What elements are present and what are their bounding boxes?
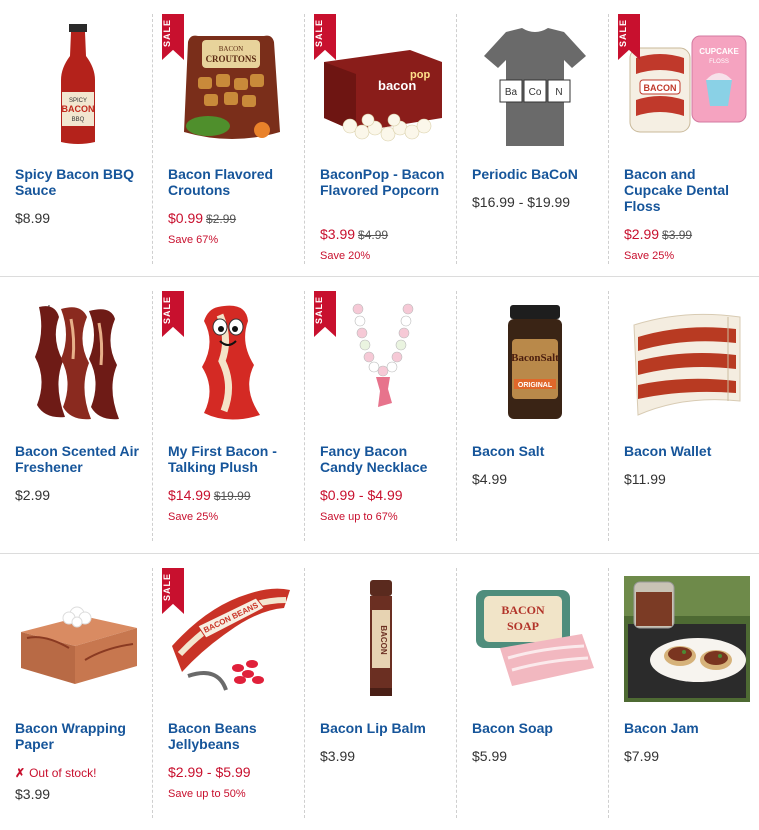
svg-text:pop: pop	[410, 69, 430, 81]
bacon-croutons-image[interactable]: BACON CROUTONS	[168, 22, 294, 148]
product-title-link[interactable]: Bacon Scented Air Freshener	[15, 443, 147, 475]
product-row: SPICY BACON BBQ Spicy Bacon BBQ Sauce $8…	[0, 0, 759, 277]
product-title-link[interactable]: Periodic BaCoN	[472, 166, 604, 182]
product-title-link[interactable]: Bacon and Cupcake Dental Floss	[624, 166, 756, 214]
product-price: $3.99 $4.99	[320, 226, 388, 242]
product-card: SALE BACON CROUTONS Bacon Flavored Crout…	[152, 14, 305, 264]
cross-icon: ✗	[15, 766, 26, 780]
product-price: $16.99 - $19.99	[472, 194, 571, 210]
product-price: $3.99	[320, 748, 356, 764]
svg-text:SOAP: SOAP	[507, 619, 539, 633]
bacon-salt-image[interactable]: BaconSalt ORIGINAL	[472, 299, 598, 425]
product-row: Bacon Wrapping Paper ✗ Out of stock! $3.9…	[0, 554, 759, 830]
product-title-link[interactable]: BaconPop - Bacon Flavored Popcorn	[320, 166, 452, 198]
svg-text:Ba: Ba	[505, 87, 518, 98]
product-card: BACON SOAP Bacon Soap $5.99	[456, 568, 609, 818]
savings-label: Save 25%	[168, 511, 219, 523]
sale-price: $14.99	[168, 487, 211, 503]
product-title-link[interactable]: Bacon Flavored Croutons	[168, 166, 300, 198]
svg-text:BACON: BACON	[62, 104, 95, 114]
product-price: $2.99	[15, 487, 51, 503]
original-price: $4.99	[358, 228, 389, 242]
product-title-link[interactable]: Fancy Bacon Candy Necklace	[320, 443, 452, 475]
svg-text:Co: Co	[529, 87, 542, 98]
product-title-link[interactable]: Bacon Wrapping Paper	[15, 720, 147, 752]
wrapping-paper-image[interactable]	[15, 576, 141, 702]
lip-balm-image[interactable]: BACON	[320, 576, 446, 702]
sale-price: $0.99	[168, 210, 204, 226]
candy-necklace-image[interactable]	[320, 299, 446, 425]
product-price: $2.99 $3.99	[624, 226, 692, 242]
product-price: $11.99	[624, 471, 666, 487]
savings-label: Save 25%	[624, 250, 675, 262]
sale-price: $2.99	[624, 226, 660, 242]
product-price: $4.99	[472, 471, 508, 487]
sale-price: $3.99	[320, 226, 356, 242]
product-card: SPICY BACON BBQ Spicy Bacon BBQ Sauce $8…	[0, 14, 152, 264]
product-title-link[interactable]: Bacon Salt	[472, 443, 604, 459]
product-card: SALE My First Bacon - Talking Plush $14.…	[152, 291, 305, 541]
product-card: Bacon Jam $7.99	[608, 568, 759, 818]
product-title-link[interactable]: Bacon Wallet	[624, 443, 756, 459]
savings-label: Save 20%	[320, 250, 371, 262]
product-price: $2.99 - $5.99	[168, 764, 251, 780]
original-price: $3.99	[662, 228, 693, 242]
bacon-beans-image[interactable]: BACON BEANS	[168, 576, 294, 702]
product-price: $7.99	[624, 748, 660, 764]
out-of-stock-label: ✗ Out of stock!	[15, 766, 97, 780]
product-card: BACON Bacon Lip Balm $3.99	[304, 568, 457, 818]
bacon-jam-image[interactable]	[624, 576, 750, 702]
svg-text:CROUTONS: CROUTONS	[206, 54, 257, 64]
svg-text:BACON: BACON	[501, 603, 545, 617]
svg-text:CUPCAKE: CUPCAKE	[699, 47, 739, 56]
talking-plush-image[interactable]	[168, 299, 294, 425]
original-price: $19.99	[213, 489, 251, 503]
bacon-wallet-image[interactable]	[624, 299, 750, 425]
product-title-link[interactable]: Bacon Soap	[472, 720, 604, 736]
baconpop-image[interactable]: bacon pop	[320, 22, 446, 148]
product-card: Bacon Wrapping Paper ✗ Out of stock! $3.9…	[0, 568, 152, 818]
savings-label: Save 67%	[168, 234, 219, 246]
product-price: $0.99 $2.99	[168, 210, 236, 226]
product-card: SALE bacon pop BaconPop - Bacon Flavored…	[304, 14, 457, 264]
product-price: $8.99	[15, 210, 51, 226]
product-title-link[interactable]: Bacon Beans Jellybeans	[168, 720, 300, 752]
svg-text:BACON: BACON	[379, 625, 388, 655]
svg-text:BACON: BACON	[644, 83, 677, 93]
product-card: SALE Fancy Bacon Candy Necklace $0.99 - …	[304, 291, 457, 541]
product-card: Bacon Wallet $11.99	[608, 291, 759, 541]
svg-text:BaconSalt: BaconSalt	[511, 352, 559, 364]
product-price: $14.99 $19.99	[168, 487, 251, 503]
svg-text:N: N	[555, 87, 562, 98]
original-price: $2.99	[206, 212, 237, 226]
savings-label: Save up to 50%	[168, 788, 246, 800]
product-card: SALE BACON BEANS Bacon Beans Jellybeans …	[152, 568, 305, 818]
product-card: SALE BACON CUPCAKE FLOSS Bacon and Cupca…	[608, 14, 759, 264]
bbq-sauce-image[interactable]: SPICY BACON BBQ	[15, 22, 141, 148]
air-freshener-image[interactable]	[15, 299, 141, 425]
product-row: Bacon Scented Air Freshener $2.99 SALE M…	[0, 277, 759, 554]
dental-floss-image[interactable]: BACON CUPCAKE FLOSS	[624, 22, 750, 148]
product-card: Bacon Scented Air Freshener $2.99	[0, 291, 152, 541]
savings-label: Save up to 67%	[320, 511, 398, 523]
periodic-bacon-shirt-image[interactable]: Ba Co N	[472, 22, 598, 148]
svg-text:ORIGINAL: ORIGINAL	[518, 382, 553, 389]
product-title-link[interactable]: Bacon Lip Balm	[320, 720, 452, 736]
svg-text:FLOSS: FLOSS	[709, 59, 729, 65]
bacon-soap-image[interactable]: BACON SOAP	[472, 576, 598, 702]
svg-text:BBQ: BBQ	[72, 117, 85, 123]
product-price: $3.99	[15, 786, 51, 802]
product-price: $5.99	[472, 748, 508, 764]
product-card: Ba Co N Periodic BaCoN $16.99 - $19.99	[456, 14, 609, 264]
product-grid: SPICY BACON BBQ Spicy Bacon BBQ Sauce $8…	[0, 0, 759, 830]
product-card: BaconSalt ORIGINAL Bacon Salt $4.99	[456, 291, 609, 541]
product-title-link[interactable]: Spicy Bacon BBQ Sauce	[15, 166, 147, 198]
product-title-link[interactable]: Bacon Jam	[624, 720, 756, 736]
product-price: $0.99 - $4.99	[320, 487, 403, 503]
product-title-link[interactable]: My First Bacon - Talking Plush	[168, 443, 300, 475]
svg-text:BACON: BACON	[219, 45, 244, 53]
